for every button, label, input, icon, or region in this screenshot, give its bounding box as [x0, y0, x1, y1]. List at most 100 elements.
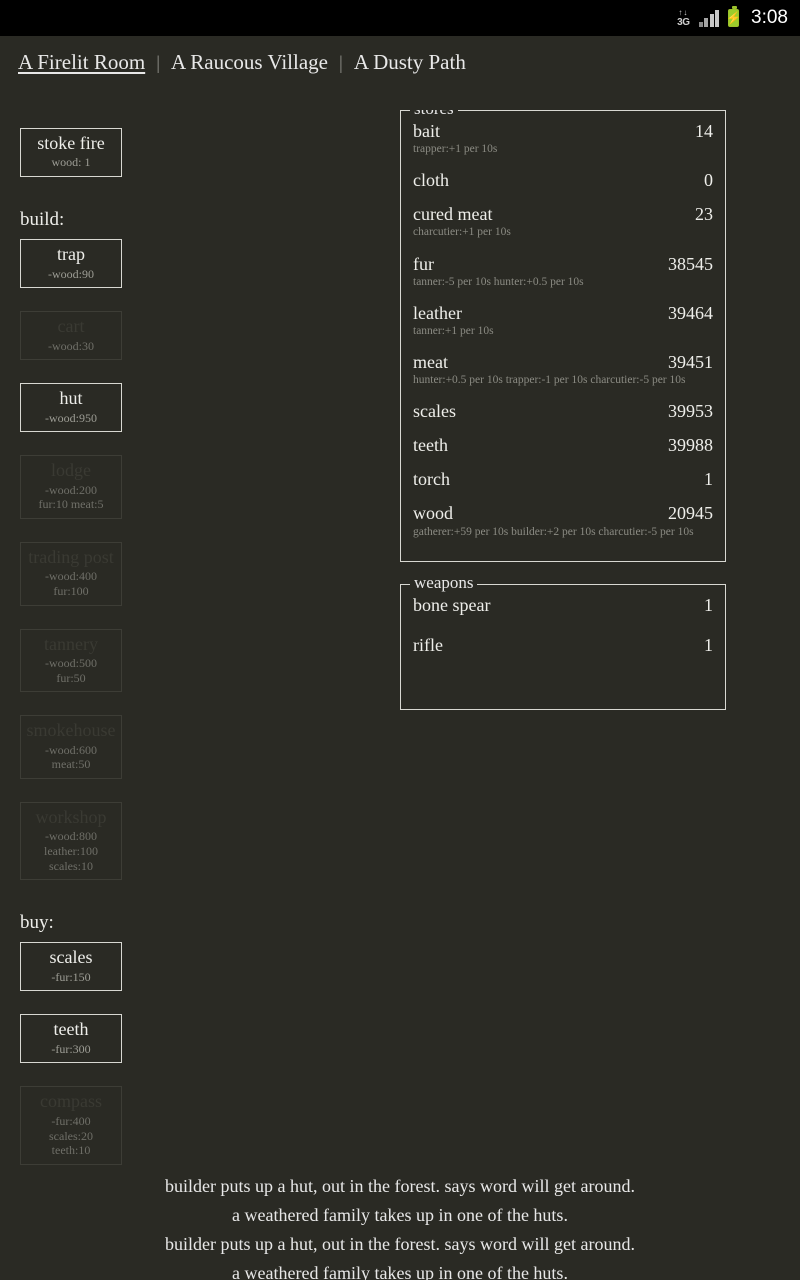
resource-value: 39988 — [668, 435, 713, 456]
button-title: scales — [49, 947, 93, 968]
weapons-panel-legend: weapons — [410, 573, 478, 591]
resource-value: 20945 — [668, 503, 713, 524]
resource-row-main: meat 39451 — [413, 352, 713, 372]
resource-panel-column: stores bait 14 trapper:+1 per 10s cloth 0 cur… — [400, 110, 726, 732]
resource-row-main: bone spear 1 — [413, 595, 713, 615]
button-title: stoke fire — [37, 133, 105, 153]
button-title: trap — [57, 244, 85, 265]
resource-row-main: leather 39464 — [413, 303, 713, 323]
button-cost: -wood:200 fur:10 meat:5 — [38, 482, 104, 512]
resource-value: 39464 — [668, 302, 713, 323]
build-button-smokehouse: smokehouse -wood:600 meat:50 — [20, 715, 122, 779]
resource-row: scales 39953 — [413, 401, 713, 421]
resource-row-main: wood 20945 — [413, 503, 713, 523]
build-button-hut[interactable]: hut -wood:950 — [20, 383, 122, 433]
resource-name: scales — [413, 401, 456, 422]
button-title: lodge — [51, 460, 91, 481]
button-cost: -fur:300 — [51, 1041, 91, 1056]
button-cost: -wood:600 meat:50 — [45, 742, 97, 772]
build-button-trading-post: trading post -wood:400 fur:100 — [20, 541, 122, 606]
resource-name: fur — [413, 253, 434, 274]
resource-row-main: cloth 0 — [413, 170, 713, 190]
room-main-panel: stoke fire wood: 1 build: trap -wood:90 ca… — [0, 110, 800, 1170]
charging-bolt-icon: ⚡ — [726, 11, 741, 25]
buy-button-group: scales -fur:150 teeth -fur:300 compass -fur:4… — [20, 942, 350, 1165]
button-cost: -wood:400 fur:100 — [45, 569, 97, 598]
button-title: hut — [59, 388, 83, 409]
resource-name: meat — [413, 351, 448, 372]
buy-button-teeth[interactable]: teeth -fur:300 — [20, 1014, 122, 1064]
notification-line: a weathered family takes up in one of th… — [232, 1205, 568, 1225]
action-button-column: stoke fire wood: 1 build: trap -wood:90 ca… — [20, 128, 350, 1170]
tab-a-firelit-room[interactable]: A Firelit Room — [18, 50, 145, 75]
signal-bars-icon — [698, 9, 720, 27]
3g-data-icon: ↑↓ 3G — [677, 8, 690, 28]
resource-value: 38545 — [668, 253, 713, 274]
resource-row: rifle 1 — [413, 635, 713, 655]
resource-row: fur 38545 tanner:-5 per 10s hunter:+0.5 pe… — [413, 254, 713, 289]
resource-name: bone spear — [413, 594, 491, 615]
resource-row: wood 20945 gatherer:+59 per 10s builder:+2… — [413, 503, 713, 538]
stores-panel: stores bait 14 trapper:+1 per 10s cloth 0 cur… — [400, 110, 726, 562]
resource-rate-note: tanner:+1 per 10s — [413, 324, 494, 337]
resource-rate-note: tanner:-5 per 10s hunter:+0.5 per 10s — [413, 275, 584, 288]
resource-rate-note: gatherer:+59 per 10s builder:+2 per 10s … — [413, 525, 694, 538]
resource-name: cured meat — [413, 204, 493, 225]
resource-value: 0 — [704, 170, 713, 191]
resource-row-main: scales 39953 — [413, 401, 713, 421]
resource-name: rifle — [413, 634, 443, 655]
resource-value: 1 — [704, 469, 713, 490]
notification-log: builder puts up a hut, out in the forest… — [0, 1172, 800, 1280]
resource-row: teeth 39988 — [413, 435, 713, 455]
notification-line: a weathered family takes up in one of th… — [232, 1263, 568, 1280]
button-cost: -wood:800 leather:100 scales:10 — [44, 829, 98, 873]
resource-row: cured meat 23 charcutier:+1 per 10s — [413, 204, 713, 239]
button-title: smokehouse — [26, 720, 116, 741]
button-title: teeth — [53, 1019, 89, 1040]
resource-row-main: cured meat 23 — [413, 204, 713, 224]
resource-row-main: fur 38545 — [413, 254, 713, 274]
status-bar-clock: 3:08 — [751, 7, 788, 28]
button-cost: -fur:150 — [51, 969, 91, 984]
resource-rate-note: trapper:+1 per 10s — [413, 143, 498, 156]
buy-button-scales[interactable]: scales -fur:150 — [20, 942, 122, 992]
button-title: workshop — [35, 807, 107, 827]
resource-row-main: teeth 39988 — [413, 435, 713, 455]
resource-name: leather — [413, 302, 462, 323]
button-title: cart — [57, 316, 85, 337]
build-section-label: build: — [20, 209, 65, 231]
resource-name: bait — [413, 121, 440, 141]
resource-rate-note: hunter:+0.5 per 10s trapper:-1 per 10s c… — [413, 374, 686, 386]
tab-separator: | — [339, 53, 343, 74]
buy-section-label: buy: — [20, 912, 54, 934]
resource-name: teeth — [413, 435, 448, 456]
location-tab-bar: A Firelit Room | A Raucous Village | A D… — [0, 36, 800, 75]
button-title: tannery — [44, 633, 98, 654]
resource-value: 1 — [704, 594, 713, 615]
tab-separator: | — [156, 53, 160, 74]
tab-a-raucous-village[interactable]: A Raucous Village — [171, 50, 328, 75]
resource-value: 14 — [695, 121, 713, 141]
build-button-lodge: lodge -wood:200 fur:10 meat:5 — [20, 455, 122, 519]
resource-row: bone spear 1 — [413, 595, 713, 615]
build-button-group: trap -wood:90 cart -wood:30 hut -wood:950 lodg… — [20, 239, 350, 881]
android-status-bar: ↑↓ 3G ⚡ 3:08 — [0, 0, 800, 36]
button-cost: -wood:500 fur:50 — [45, 656, 97, 685]
button-cost: -wood:30 — [48, 338, 94, 353]
stoke-fire-button[interactable]: stoke fire wood: 1 — [20, 128, 122, 178]
tab-a-dusty-path[interactable]: A Dusty Path — [354, 50, 466, 75]
stores-row-list: bait 14 trapper:+1 per 10s cloth 0 cured meat… — [413, 121, 713, 539]
resource-row-main: bait 14 — [413, 121, 713, 141]
resource-name: torch — [413, 469, 450, 490]
resource-name: wood — [413, 503, 453, 524]
button-title: compass — [40, 1091, 102, 1112]
build-button-trap[interactable]: trap -wood:90 — [20, 239, 122, 289]
button-cost: -wood:90 — [48, 266, 94, 281]
resource-row: bait 14 trapper:+1 per 10s — [413, 121, 713, 156]
resource-name: cloth — [413, 170, 449, 191]
notification-line: builder puts up a hut, out in the forest… — [165, 1176, 635, 1196]
build-button-tannery: tannery -wood:500 fur:50 — [20, 628, 122, 693]
resource-value: 39451 — [668, 351, 713, 372]
weapons-panel: weapons bone spear 1 rifle 1 — [400, 573, 726, 710]
button-cost: -fur:400 scales:20 teeth:10 — [49, 1113, 93, 1158]
